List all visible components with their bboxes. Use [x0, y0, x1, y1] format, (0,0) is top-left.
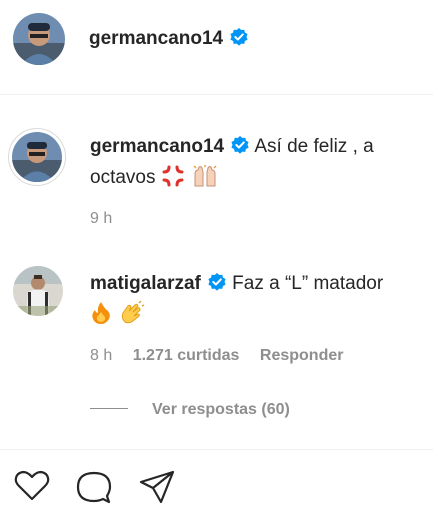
action-bar: [0, 449, 433, 517]
comment-text: germancano14 Así de feliz , a octavos: [90, 133, 420, 197]
comment-meta: 9 h: [90, 210, 112, 228]
raising-hands-emoji: [192, 164, 218, 197]
comment-time[interactable]: 8 h: [90, 347, 112, 364]
comment-avatar[interactable]: [12, 132, 62, 182]
header-username[interactable]: germancano14: [89, 27, 249, 53]
verified-badge-icon: [230, 135, 250, 164]
comment-icon[interactable]: [76, 470, 112, 509]
header-avatar[interactable]: [13, 13, 65, 65]
comment-likes[interactable]: 1.271 curtidas: [133, 347, 240, 364]
clapping-hands-emoji: [119, 300, 145, 334]
comment-body: Faz a “L” matador: [232, 273, 384, 294]
comment-avatar[interactable]: [13, 266, 63, 316]
anger-symbol-emoji: [161, 164, 185, 197]
view-replies-button[interactable]: Ver respostas (60): [90, 401, 290, 419]
comment-username[interactable]: germancano14: [90, 136, 224, 157]
post-header: germancano14: [0, 0, 433, 95]
fire-emoji: [90, 301, 112, 334]
comment-meta: 8 h 1.271 curtidas Responder: [90, 347, 343, 365]
share-icon[interactable]: [139, 470, 175, 509]
reply-button[interactable]: Responder: [260, 347, 344, 364]
comment-time[interactable]: 9 h: [90, 210, 112, 227]
verified-badge-icon: [207, 272, 227, 301]
comment-text: matigalarzaf Faz a “L” matador: [90, 270, 420, 334]
comment-username[interactable]: matigalarzaf: [90, 273, 201, 294]
replies-divider: [90, 408, 128, 409]
heart-icon[interactable]: [14, 470, 50, 507]
view-replies-label: Ver respostas (60): [152, 401, 290, 418]
verified-badge-icon: [229, 27, 249, 53]
